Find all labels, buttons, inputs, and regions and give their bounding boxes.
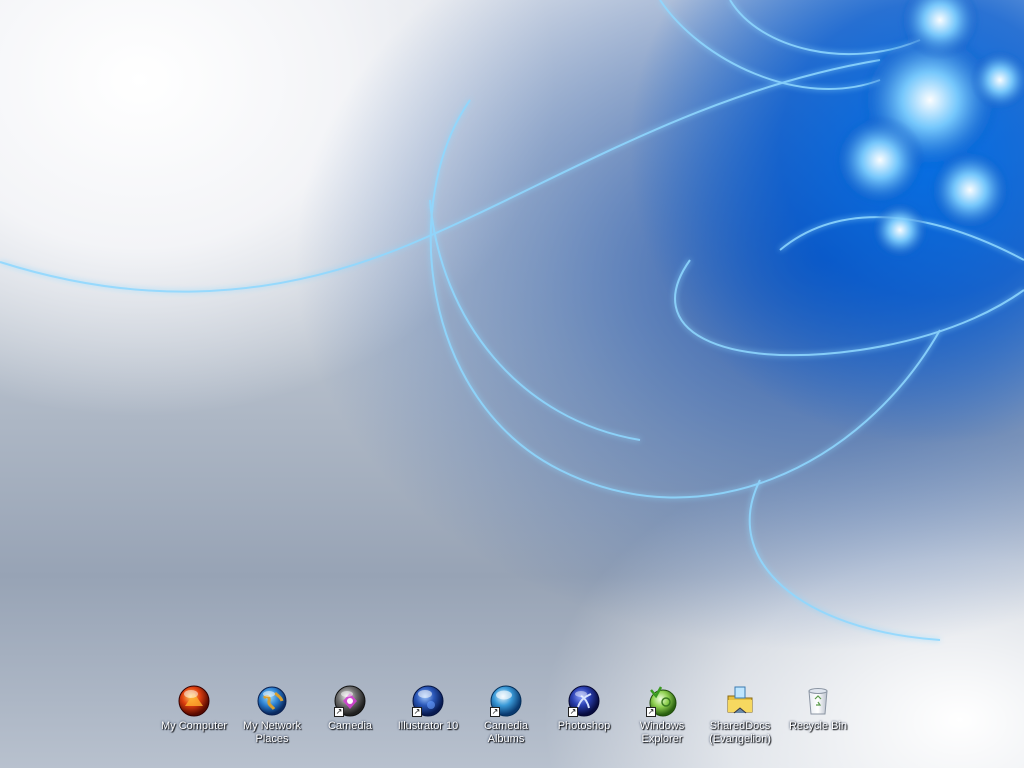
desktop-icon-label: My Computer [160, 720, 228, 732]
camedia-albums-icon: ↗ [489, 684, 523, 718]
desktop-icon-label: Photoshop [557, 720, 611, 732]
desktop-icon-camedia[interactable]: ↗ Camedia [311, 684, 389, 756]
shortcut-arrow-icon: ↗ [646, 707, 656, 717]
desktop-icon-label: My Network Places [242, 720, 302, 745]
shortcut-arrow-icon: ↗ [334, 707, 344, 717]
desktop-icon-shared-docs[interactable]: SharedDocs (Evangelion) [701, 684, 779, 756]
desktop-icon-illustrator[interactable]: ↗ Illustrator 10 [389, 684, 467, 756]
shortcut-arrow-icon: ↗ [412, 707, 422, 717]
desktop-icon-label: Recycle Bin [788, 720, 848, 732]
desktop-icon-label: SharedDocs (Evangelion) [709, 720, 771, 745]
illustrator-icon: ↗ [411, 684, 445, 718]
desktop-icon-label: Illustrator 10 [397, 720, 459, 732]
recycle-bin-icon [801, 684, 835, 718]
desktop-icon-photoshop[interactable]: ↗ Photoshop [545, 684, 623, 756]
network-places-icon [255, 684, 289, 718]
desktop-icon-my-network-places[interactable]: My Network Places [233, 684, 311, 756]
camedia-icon: ↗ [333, 684, 367, 718]
desktop-icon-label: Camedia Albums [483, 720, 529, 745]
shortcut-arrow-icon: ↗ [490, 707, 500, 717]
desktop-icon-windows-explorer[interactable]: ↗ Windows Explorer [623, 684, 701, 756]
desktop-icon-label: Windows Explorer [639, 720, 685, 745]
desktop-wallpaper [0, 0, 1024, 641]
windows-explorer-icon: ↗ [645, 684, 679, 718]
desktop-icon-camedia-albums[interactable]: ↗ Camedia Albums [467, 684, 545, 756]
desktop-icon-my-computer[interactable]: My Computer [155, 684, 233, 756]
my-computer-icon [177, 684, 211, 718]
photoshop-icon: ↗ [567, 684, 601, 718]
shared-docs-icon [723, 684, 757, 718]
desktop-icon-recycle-bin[interactable]: Recycle Bin [779, 684, 857, 756]
desktop-icon-row: My Computer My Network Places ↗ Camedia … [155, 684, 860, 756]
desktop-icon-label: Camedia [327, 720, 373, 732]
shortcut-arrow-icon: ↗ [568, 707, 578, 717]
